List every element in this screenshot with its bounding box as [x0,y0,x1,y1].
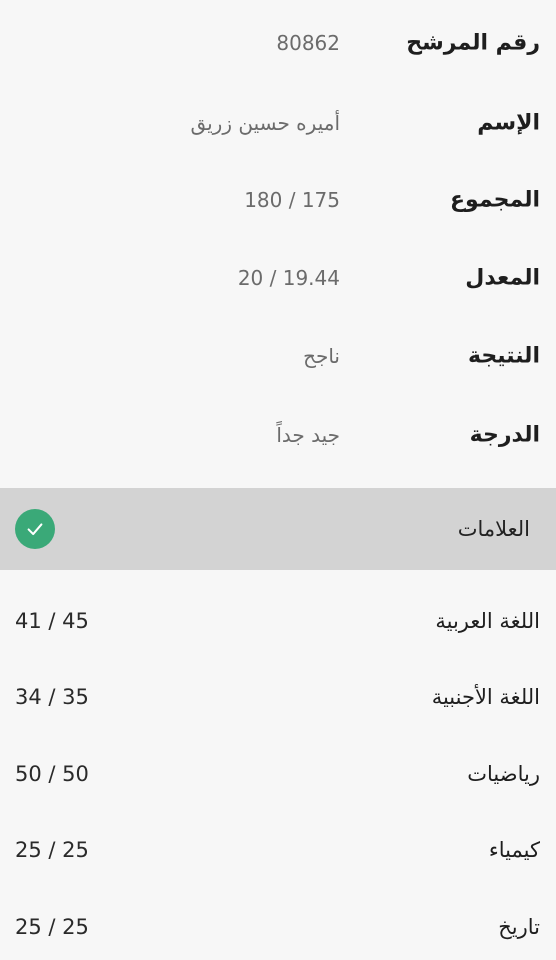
subject-score: 25 / 25 [15,915,89,939]
subject-score: 50 / 50 [15,762,89,786]
results-screen: رقم المرشح 80862 الإسم أميره حسين زريق ا… [0,0,556,960]
marks-section-header[interactable]: العلامات [0,488,556,570]
subject-name: اللغة الأجنبية [431,685,540,709]
grade-row: الدرجة جيد جداً [0,396,556,474]
result-row: النتيجة ناجح [0,317,556,395]
result-value: ناجح [303,344,340,368]
subject-name: تاريخ [498,915,540,939]
candidate-number-value: 80862 [276,31,340,55]
average-label: المعدل [465,265,540,291]
name-value: أميره حسين زريق [190,111,340,135]
total-value: 180 / 175 [244,188,340,212]
name-label: الإسم [477,110,540,136]
check-circle-icon[interactable] [15,509,55,549]
subject-row-math: رياضيات 50 / 50 [0,736,556,812]
subject-row-history: تاريخ 25 / 25 [0,889,556,960]
subject-name: كيمياء [488,838,540,862]
subject-row-arabic: اللغة العربية 41 / 45 [0,583,556,659]
subject-name: رياضيات [467,762,540,786]
grade-label: الدرجة [469,422,540,448]
subject-name: اللغة العربية [435,609,540,633]
subject-row-chemistry: كيمياء 25 / 25 [0,812,556,888]
average-row: المعدل 20 / 19.44 [0,239,556,317]
average-value: 20 / 19.44 [237,266,340,290]
subject-row-foreign-language: اللغة الأجنبية 34 / 35 [0,659,556,735]
candidate-number-row: رقم المرشح 80862 [0,4,556,82]
result-label: النتيجة [468,343,540,369]
name-row: الإسم أميره حسين زريق [0,84,556,162]
subject-score: 41 / 45 [15,609,89,633]
grade-value: جيد جداً [276,423,340,447]
total-row: المجموع 180 / 175 [0,161,556,239]
subject-score: 25 / 25 [15,838,89,862]
candidate-number-label: رقم المرشح [406,30,540,56]
marks-title: العلامات [457,517,530,541]
total-label: المجموع [450,187,540,213]
subject-score: 34 / 35 [15,685,89,709]
